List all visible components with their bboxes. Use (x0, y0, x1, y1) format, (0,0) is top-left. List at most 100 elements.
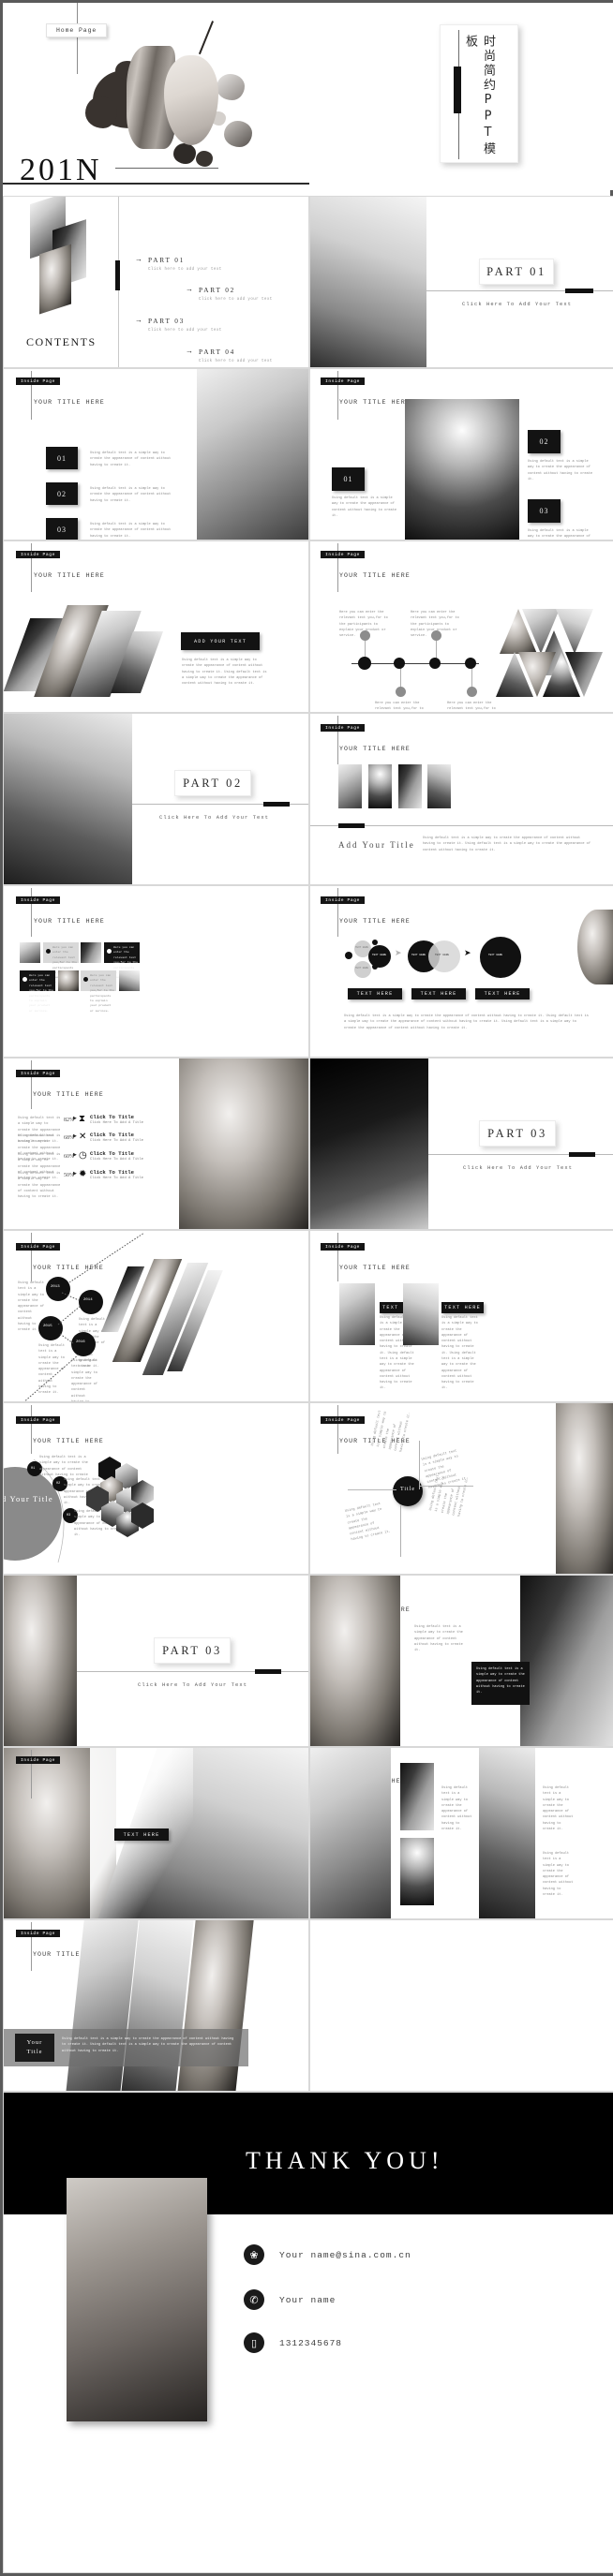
contact-row-wechat[interactable]: ✆ Your name (244, 2289, 336, 2310)
cover-title-card[interactable]: 时尚简约PPT模板 (440, 24, 518, 163)
contact-row-email[interactable]: ❀ Your name@sina.com.cn (244, 2244, 411, 2265)
slide-photo-grid[interactable]: Inside Page YOUR TITLE HERE Here you can… (3, 885, 309, 1058)
title-circle-text-4: Using default text is a simple way to cr… (428, 1474, 471, 1517)
ink-blob-left (85, 96, 117, 128)
slide-numbers-left[interactable]: Inside Page YOUR TITLE HERE 01 Using def… (3, 368, 309, 540)
slide-heading: YOUR TITLE HERE (339, 918, 411, 925)
number-03-text: Using default text is a simple way to cr… (90, 523, 172, 539)
hourglass-icon: ⧗ (79, 1114, 86, 1124)
main-circle-3-label: TEXT HERE (435, 954, 450, 956)
slide-part-01[interactable]: PART 01 Click Here To Add Your Text (309, 196, 613, 368)
slide-hexagons[interactable]: Inside Page YOUR TITLE HERE Add Your Tit… (3, 1402, 309, 1575)
slide-heading: YOUR TITLE HERE (34, 572, 105, 579)
contents-arrow-2: → (186, 285, 193, 293)
slide-portrait-strips[interactable]: Inside Page YOUR TITLE HERE Using defaul… (309, 1747, 613, 1919)
number-box-01: 01 (332, 467, 365, 491)
slide-text-card-photo[interactable]: Inside Page YOUR TITLE HERE Using defaul… (309, 1575, 613, 1747)
cover-vertical-title: 时尚简约PPT模板 (463, 35, 495, 156)
hex-bullet-01-label: 01 (31, 1467, 36, 1471)
contents-item-2-sub: Click here to add your text (199, 298, 273, 302)
cover-vertical-line (77, 3, 78, 74)
inside-page-tag: Inside Page (16, 551, 60, 559)
process-button-3[interactable]: TEXT HERE (475, 988, 530, 999)
slide-ballerina-numbers[interactable]: Inside Page YOUR TITLE HERE 01 Using def… (309, 368, 613, 540)
cover-slide[interactable]: Home Page 201N 时尚简约PPT模板 (3, 3, 613, 190)
slide-your-title[interactable]: Inside Page YOUR TITLE HERE Your Title U… (3, 1919, 309, 2092)
slide-slant-text-here[interactable]: TEXT HERE Inside Page (3, 1747, 309, 1919)
text-card-white-text: Using default text is a simple way to cr… (414, 1625, 463, 1653)
grid-pin-3 (22, 977, 27, 982)
progress-sub-3: Click Here To Add A Title (90, 1158, 143, 1162)
contents-item-4-title: PART 04 (199, 348, 236, 356)
number-box-03: 03 (528, 499, 561, 523)
contact-wechat-value: Your name (279, 2294, 336, 2305)
grid-photo-1 (20, 942, 40, 963)
inside-page-tag: Inside Page (16, 1070, 60, 1078)
tag-line (337, 716, 338, 764)
contents-item-2-title: PART 02 (199, 286, 236, 294)
hex-bullet-03-label: 03 (67, 1514, 71, 1517)
slant-text-here-button[interactable]: TEXT HERE (114, 1828, 169, 1841)
timeline-axis-dot-4 (465, 658, 476, 669)
slide-gallery[interactable]: Inside Page YOUR TITLE HERE Add Your Tit… (309, 713, 613, 885)
portrait-badge-2[interactable]: TEXT HERE (441, 1302, 484, 1313)
slide-timeline[interactable]: Inside Page YOUR TITLE HERE Here you can… (309, 540, 613, 713)
progress-sub-4: Click Here To Add A Title (90, 1177, 143, 1180)
progress-caret-1: ▶ (73, 1117, 77, 1121)
add-your-text-button[interactable]: ADD YOUR TEXT (181, 632, 260, 650)
main-circle-3 (428, 940, 460, 972)
weibo-icon: ❀ (244, 2244, 264, 2265)
slide-slanted-photos[interactable]: Inside Page YOUR TITLE HERE ADD YOUR TEX… (3, 540, 309, 713)
inside-page-tag: Inside Page (16, 378, 60, 386)
slide-contents[interactable]: CONTENTS → PART 01 Click here to add you… (3, 196, 309, 368)
contact-row-phone[interactable]: ▯ 1312345678 (244, 2332, 342, 2353)
main-circle-1 (368, 945, 391, 968)
slide-blank[interactable] (309, 1919, 613, 2092)
slide-circle-process[interactable]: Inside Page YOUR TITLE HERE TEXT HERE TE… (309, 885, 613, 1058)
slant-body-text: Using default text is a simple way to cr… (182, 659, 267, 687)
pill-circle-a-label: TEXT HERE (355, 946, 369, 949)
contents-item-3-title: PART 03 (148, 317, 186, 325)
wechat-icon: ✆ (244, 2289, 264, 2310)
progress-title-3: Click To Title (90, 1150, 134, 1157)
grid-photo-2 (81, 942, 101, 963)
timeline-node-bot-2 (467, 687, 477, 697)
contents-item-1-sub: Click here to add your text (148, 268, 222, 272)
circle-process-photo (577, 910, 613, 985)
slide-part-03-b[interactable]: PART 03 Click Here To Add Your Text (3, 1575, 309, 1747)
number-02-text: Using default text is a simple way to cr… (90, 487, 172, 503)
slide-year-timeline[interactable]: Inside Page YOUR TITLE HERE 2013 Using d… (3, 1230, 309, 1402)
slide-heading: YOUR TITLE HERE (339, 746, 411, 752)
part01-photo (310, 197, 426, 367)
progress-caret-2: ▶ (73, 1134, 77, 1139)
contents-heading: CONTENTS (26, 335, 97, 348)
cover-thin-rule (115, 168, 218, 169)
slide-part-02[interactable]: PART 02 Click Here To Add Your Text (3, 713, 309, 885)
part02-sub: Click Here To Add Your Text (159, 815, 270, 821)
strip-text-1: Using default text is a simple way to cr… (441, 1786, 472, 1831)
part02-photo (4, 714, 132, 884)
contents-photo-3 (39, 244, 71, 315)
slide-thank-you[interactable]: THANK YOU! ❀ Your name@sina.com.cn ✆ You… (3, 2092, 613, 2573)
slide-title-circle[interactable]: Inside Page YOUR TITLE HERE Title Using … (309, 1402, 613, 1575)
main-circle-4-label: TEXT HERE (488, 954, 503, 956)
stopwatch-icon: ◷ (79, 1150, 87, 1161)
inside-page-tag: Inside Page (321, 551, 365, 559)
slide-heading: YOUR TITLE HERE (339, 572, 411, 579)
text-card-photo-left (310, 1576, 400, 1746)
contents-item-3-sub: Click here to add your text (148, 329, 222, 333)
triangle-photo-4 (556, 609, 593, 654)
slide-part-03-a[interactable]: PART 03 Click Here To Add Your Text (309, 1058, 613, 1230)
timeline-axis-dot-2 (394, 658, 405, 669)
process-button-1[interactable]: TEXT HERE (348, 988, 402, 999)
title-card-bar (454, 67, 461, 113)
number-02-text: Using default text is a simple way to cr… (528, 460, 593, 481)
process-footer-text: Using default text is a simple way to cr… (344, 1014, 589, 1030)
grid-pin-2 (107, 949, 112, 954)
slide-progress-list[interactable]: Inside Page YOUR TITLE HERE Using defaul… (3, 1058, 309, 1230)
gallery-photo-1 (338, 764, 362, 808)
part03a-label: PART 03 (479, 1120, 556, 1147)
slide-two-portraits[interactable]: Inside Page YOUR TITLE HERE TEXT HERE Us… (309, 1230, 613, 1402)
process-button-2[interactable]: TEXT HERE (411, 988, 466, 999)
part02-chip (263, 802, 290, 807)
